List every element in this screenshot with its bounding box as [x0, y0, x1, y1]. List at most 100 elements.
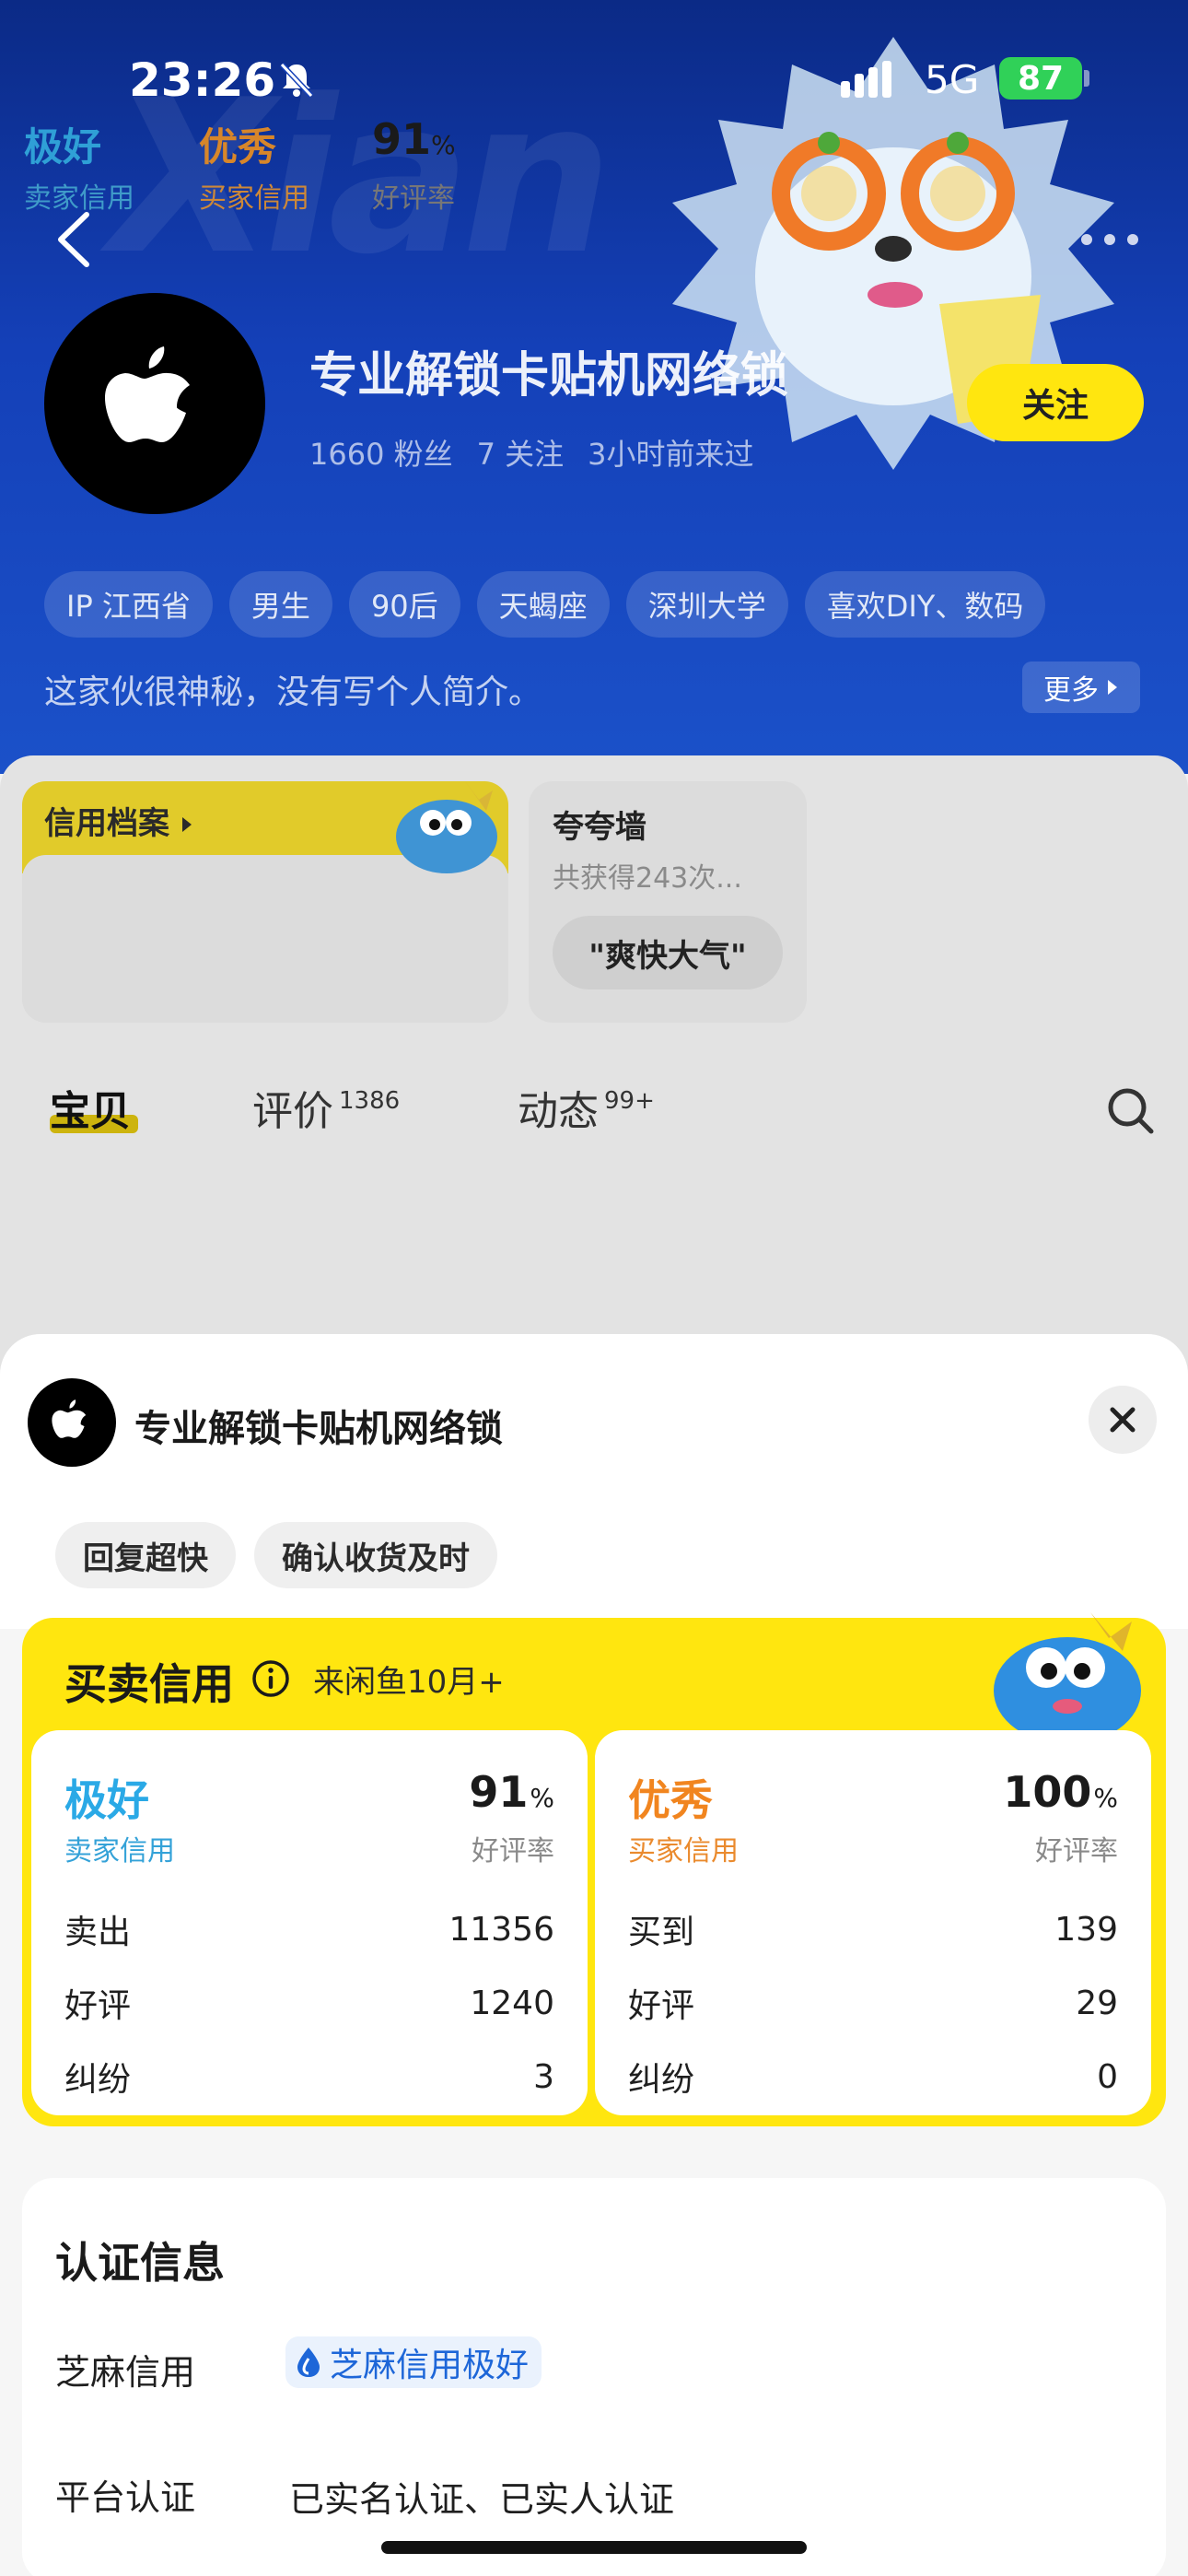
buyer-good-rate-unit: %: [1093, 1783, 1118, 1813]
buyer-credit-rating: 优秀: [628, 1775, 713, 1825]
info-icon[interactable]: [250, 1658, 291, 1699]
profile-header: Xian 23:26 5G 87 专业解锁卡贴机网络锁 1660 粉丝 7 关注…: [0, 0, 1188, 774]
tab-moments[interactable]: 动态 99+: [518, 1078, 655, 1137]
tag-ip: IP 江西省: [44, 571, 213, 638]
tag-zodiac: 天蝎座: [476, 571, 610, 638]
tab-items-label: 宝贝: [50, 1088, 131, 1135]
tab-items[interactable]: 宝贝: [50, 1078, 131, 1137]
close-button[interactable]: [1089, 1386, 1157, 1454]
following-count[interactable]: 7 关注: [477, 431, 565, 474]
sheet-shop-name: 专业解锁卡贴机网络锁: [134, 1408, 503, 1450]
row-label: 好评: [64, 1987, 132, 2025]
mascot-icon: [994, 1612, 1141, 1741]
fans-count[interactable]: 1660 粉丝: [309, 431, 453, 474]
row-value: 29: [1076, 1984, 1118, 2022]
bell-slash-icon: [279, 62, 314, 99]
platform-value: 已实名认证、已实人认证: [289, 2479, 675, 2520]
more-label: 更多: [1043, 674, 1099, 707]
seller-credit-label: 卖家信用: [64, 1835, 175, 1868]
row-label: 纠纷: [64, 2061, 132, 2099]
seller-rating: 极好: [24, 124, 102, 170]
buyer-good-rate-label: 好评率: [1035, 1835, 1118, 1868]
search-icon[interactable]: [1105, 1085, 1157, 1137]
buyer-good-rate: 100%: [1003, 1767, 1118, 1817]
tag-interest: 喜欢DIY、数码: [804, 571, 1046, 638]
badge-confirm-receipt: 确认收货及时: [254, 1522, 497, 1588]
tag-gender: 男生: [228, 571, 332, 638]
seller-good-rate-value: 91: [469, 1767, 529, 1817]
tab-bar: 宝贝 评价 1386 动态 99+: [0, 1078, 1188, 1152]
good-rate-unit: %: [431, 130, 456, 160]
seller-row-sold: 卖出 11356: [64, 1902, 554, 1957]
seller-row-good: 好评 1240: [64, 1975, 554, 2031]
row-value: 1240: [470, 1984, 554, 2022]
buyer-row-good: 好评 29: [628, 1975, 1118, 2031]
row-value: 3: [533, 2057, 554, 2096]
mascot-small-icon: [396, 781, 497, 873]
credit-summary-title: 信用档案: [44, 798, 193, 843]
row-value: 0: [1097, 2057, 1118, 2096]
badge-fast-reply: 回复超快: [55, 1522, 236, 1588]
praise-chip: "爽快大气": [553, 916, 783, 989]
profile-tags: IP 江西省 男生 90后 天蝎座 深圳大学 喜欢DIY、数码: [44, 571, 1046, 638]
last-seen: 3小时前来过: [588, 437, 754, 472]
chevron-right-icon: [181, 817, 192, 832]
close-icon: [1110, 1407, 1136, 1433]
shop-name: 专业解锁卡贴机网络锁: [309, 348, 789, 404]
platform-label: 平台认证: [55, 2477, 196, 2518]
buyer-good-rate-value: 100: [1003, 1767, 1092, 1817]
zhima-value: 芝麻信用极好: [330, 2347, 530, 2384]
row-value: 11356: [448, 1910, 554, 1949]
good-rate-label: 好评率: [372, 182, 455, 215]
network-type: 5G: [925, 57, 980, 102]
seller-credit-panel: 极好 卖家信用 91% 好评率 卖出 11356 好评 1240 纠纷 3: [31, 1730, 588, 2115]
buyer-label: 买家信用: [199, 182, 309, 215]
row-label: 买到: [628, 1914, 695, 1951]
row-label: 好评: [628, 1987, 695, 2025]
zhima-label: 芝麻信用: [55, 2352, 196, 2393]
tag-school: 深圳大学: [625, 571, 788, 638]
seller-good-rate: 91%: [469, 1767, 554, 1817]
seller-row-dispute: 纠纷 3: [64, 2049, 554, 2104]
verification-section: 认证信息 芝麻信用 芝麻信用极好 平台认证 已实名认证、已实人认证: [22, 2178, 1166, 2576]
row-label: 卖出: [64, 1914, 132, 1951]
buyer-row-dispute: 纠纷 0: [628, 2049, 1118, 2104]
profile-stats: 1660 粉丝 7 关注 3小时前来过: [309, 431, 754, 474]
home-indicator[interactable]: [381, 2541, 807, 2554]
apple-logo-icon: [52, 1399, 87, 1438]
buyer-row-bought: 买到 139: [628, 1902, 1118, 1957]
status-time: 23:26: [129, 53, 276, 107]
tab-reviews-count: 1386: [339, 1087, 401, 1115]
chevron-right-icon: [1108, 680, 1117, 695]
back-arrow-icon[interactable]: [46, 207, 101, 272]
praise-wall-card[interactable]: 夸夸墙 共获得243次... "爽快大气": [529, 781, 807, 1023]
follow-button[interactable]: 关注: [967, 364, 1144, 441]
battery-indicator: 87: [999, 57, 1082, 100]
credit-detail-sheet: 专业解锁卡贴机网络锁 回复超快 确认收货及时 买卖信用 来闲鱼10月+ 极好 卖…: [0, 1334, 1188, 2576]
buyer-credit-panel: 优秀 买家信用 100% 好评率 买到 139 好评 29 纠纷 0: [595, 1730, 1151, 2115]
tab-reviews-label: 评价: [252, 1088, 333, 1135]
credit-body: [22, 855, 508, 1023]
battery-cap: [1084, 70, 1089, 87]
tag-age: 90后: [348, 571, 460, 638]
member-since: 来闲鱼10月+: [313, 1664, 505, 1701]
tab-moments-count: 99+: [604, 1087, 655, 1115]
buyer-rating: 优秀: [199, 124, 277, 170]
more-dots-icon[interactable]: [1077, 226, 1142, 253]
praise-wall-title: 夸夸墙: [553, 809, 646, 846]
good-rate: 91%: [372, 114, 456, 164]
more-button[interactable]: 更多: [1022, 662, 1140, 713]
tab-reviews[interactable]: 评价 1386: [252, 1078, 400, 1137]
tab-moments-label: 动态: [518, 1088, 599, 1135]
zhima-badge[interactable]: 芝麻信用极好: [285, 2336, 542, 2388]
seller-good-rate-label: 好评率: [472, 1835, 554, 1868]
seller-good-rate-unit: %: [530, 1783, 554, 1813]
verification-title: 认证信息: [55, 2238, 225, 2288]
avatar[interactable]: [44, 293, 265, 514]
status-bar: 23:26 5G 87: [0, 0, 1188, 157]
good-rate-value: 91: [372, 114, 432, 164]
credit-title-text: 信用档案: [44, 805, 169, 842]
seller-credit-rating: 极好: [64, 1775, 149, 1825]
trade-credit-title: 买卖信用: [64, 1659, 234, 1709]
apple-logo-icon: [105, 346, 190, 442]
